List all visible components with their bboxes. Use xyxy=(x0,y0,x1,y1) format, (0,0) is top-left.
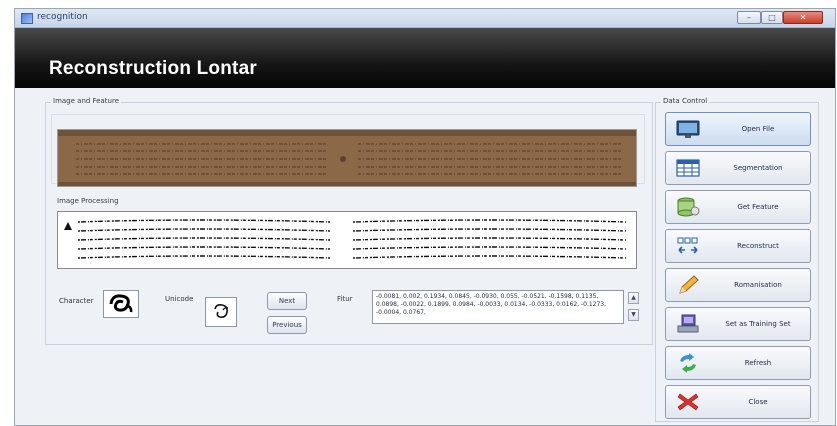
data-control-label: Data Control xyxy=(661,97,710,105)
get-feature-label: Get Feature xyxy=(737,203,779,211)
refresh-label: Refresh xyxy=(744,359,772,367)
scroll-up-button[interactable]: ▲ xyxy=(628,292,639,304)
title-bar[interactable]: recognition – □ ✕ xyxy=(15,9,835,28)
previous-button[interactable]: Previous xyxy=(267,316,307,334)
open-file-label: Open File xyxy=(741,125,775,133)
refresh-button[interactable]: Refresh xyxy=(665,346,811,380)
minimize-button[interactable]: – xyxy=(737,11,761,24)
close-button[interactable]: Close xyxy=(665,385,811,419)
fitur-textbox[interactable]: -0.0081, 0.002, 0.1934, 0.0845, -0.0930,… xyxy=(372,290,624,324)
processed-image-svg xyxy=(64,219,627,259)
segmentation-button[interactable]: Segmentation xyxy=(665,151,811,185)
palm-leaf-svg xyxy=(58,130,636,186)
processed-image xyxy=(57,211,637,269)
set-training-set-button[interactable]: Set as Training Set xyxy=(665,307,811,341)
scroll-down-button[interactable]: ▼ xyxy=(628,309,639,321)
get-feature-button[interactable]: Get Feature xyxy=(665,190,811,224)
app-icon xyxy=(21,13,33,24)
romanisation-button[interactable]: Romanisation xyxy=(665,268,811,302)
pencil-icon xyxy=(679,275,699,294)
computer-icon xyxy=(677,314,699,333)
image-processing-label: Image Processing xyxy=(55,197,121,205)
palm-leaf-image xyxy=(57,129,637,187)
maximize-button[interactable]: □ xyxy=(761,11,783,24)
image-feature-label: Image and Feature xyxy=(51,97,121,105)
monitor-icon xyxy=(676,120,700,138)
main-window: recognition – □ ✕ Reconstruction Lontar … xyxy=(14,8,836,426)
romanisation-label: Romanisation xyxy=(734,281,782,289)
window-title: recognition xyxy=(37,12,88,22)
blocks-arrows-icon xyxy=(677,237,698,254)
set-training-set-label: Set as Training Set xyxy=(725,320,791,328)
banner-title: Reconstruction Lontar xyxy=(49,58,257,79)
character-label: Character xyxy=(59,297,94,305)
refresh-icon xyxy=(680,353,696,373)
character-image xyxy=(103,290,139,318)
unicode-label: Unicode xyxy=(165,295,194,303)
unicode-image xyxy=(205,297,237,327)
next-button[interactable]: Next xyxy=(267,292,307,310)
segmentation-label: Segmentation xyxy=(733,164,783,172)
character-glyph-svg xyxy=(109,294,133,313)
table-icon xyxy=(676,159,700,177)
unicode-glyph-svg xyxy=(214,304,229,318)
close-label: Close xyxy=(748,398,768,406)
window-close-button[interactable]: ✕ xyxy=(783,11,823,24)
open-file-button[interactable]: Open File xyxy=(665,112,811,146)
fitur-label: Fitur xyxy=(337,295,353,303)
header-banner: Reconstruction Lontar xyxy=(15,28,835,88)
close-x-icon xyxy=(677,393,699,411)
reconstruct-label: Reconstruct xyxy=(737,242,779,250)
reconstruct-button[interactable]: Reconstruct xyxy=(665,229,811,263)
database-icon xyxy=(677,197,700,217)
